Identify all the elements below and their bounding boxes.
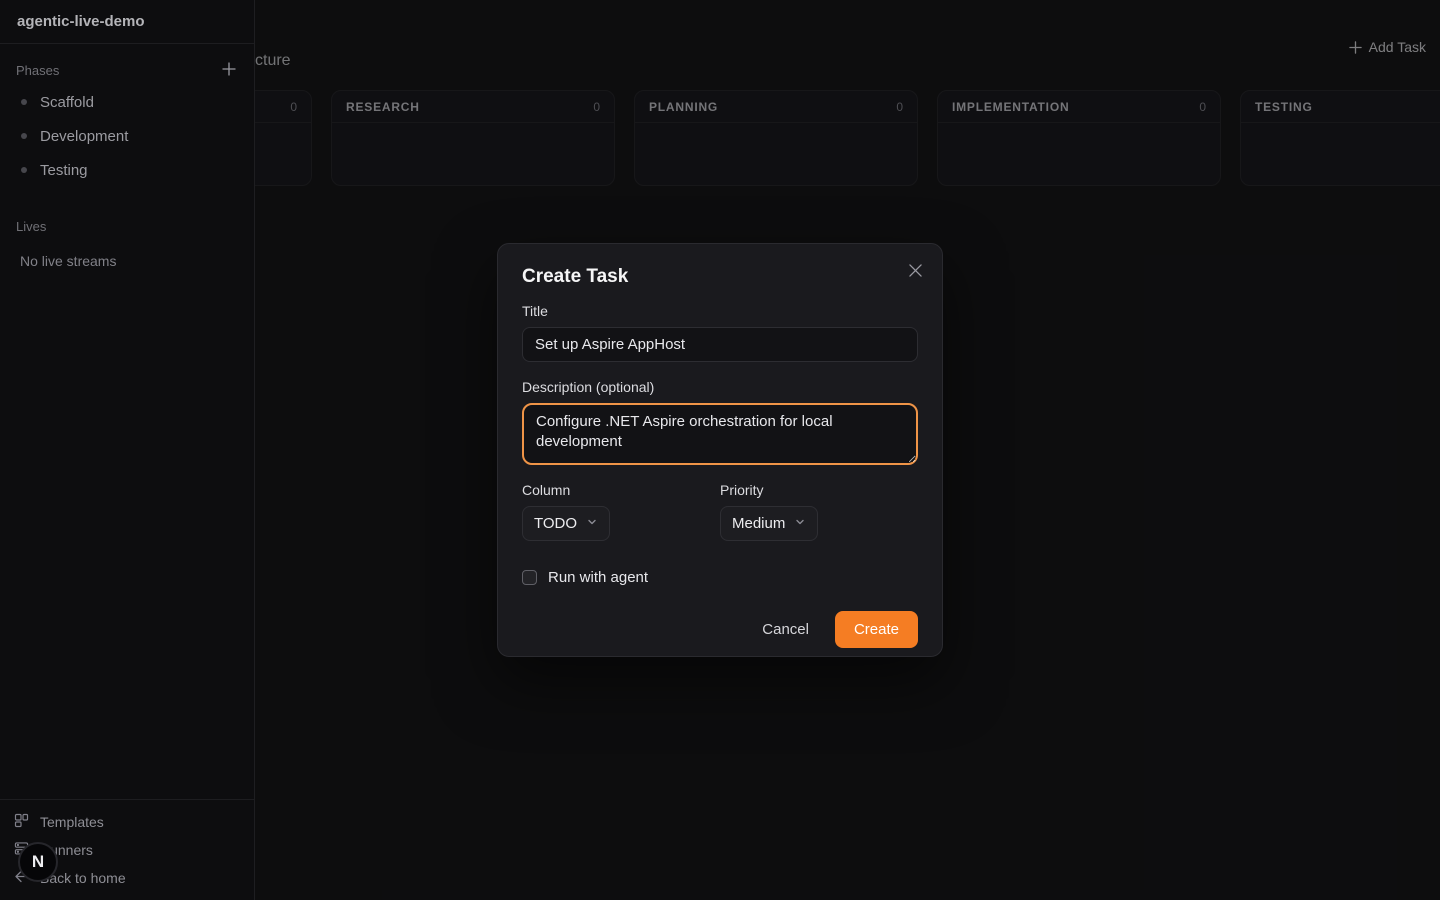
dialog-title: Create Task: [522, 266, 918, 288]
phase-dot-icon: [21, 99, 27, 105]
create-button[interactable]: Create: [835, 611, 918, 648]
phase-dot-icon: [21, 167, 27, 173]
sidebar-header: agentic-live-demo: [0, 0, 254, 44]
phase-label: Development: [40, 128, 128, 145]
app-title: agentic-live-demo: [17, 13, 145, 30]
priority-field-label: Priority: [720, 482, 918, 498]
templates-label: Templates: [40, 814, 104, 830]
priority-select-value: Medium: [732, 515, 785, 532]
sidebar-item-development[interactable]: Development: [0, 119, 254, 153]
sidebar-item-scaffold[interactable]: Scaffold: [0, 85, 254, 119]
plus-icon: [222, 62, 236, 79]
run-with-agent-checkbox[interactable]: [522, 570, 537, 585]
chevron-down-icon: [794, 515, 806, 532]
lives-section-label: Lives: [16, 219, 46, 234]
column-field-label: Column: [522, 482, 720, 498]
templates-icon: [14, 813, 29, 831]
column-select[interactable]: TODO: [522, 506, 610, 541]
create-task-dialog: Create Task Title Description (optional)…: [497, 243, 943, 657]
no-live-streams-text: No live streams: [0, 253, 254, 269]
close-icon: [909, 265, 922, 280]
add-phase-button[interactable]: [220, 60, 238, 81]
chevron-down-icon: [586, 515, 598, 532]
sidebar: agentic-live-demo Phases Scaffold Develo…: [0, 0, 255, 900]
phase-dot-icon: [21, 133, 27, 139]
cancel-button[interactable]: Cancel: [762, 621, 809, 638]
close-button[interactable]: [903, 258, 928, 286]
phase-label: Testing: [40, 162, 88, 179]
sidebar-item-testing[interactable]: Testing: [0, 153, 254, 187]
run-with-agent-label: Run with agent: [548, 569, 648, 586]
phase-label: Scaffold: [40, 94, 94, 111]
title-field-label: Title: [522, 303, 918, 319]
phases-section-label: Phases: [16, 63, 59, 78]
n-logo-icon: N: [32, 852, 44, 872]
task-title-input[interactable]: [522, 327, 918, 362]
description-field-label: Description (optional): [522, 379, 918, 395]
task-description-textarea[interactable]: [522, 403, 918, 465]
run-with-agent-option[interactable]: Run with agent: [522, 569, 918, 586]
sidebar-item-templates[interactable]: Templates: [0, 808, 254, 836]
column-select-value: TODO: [534, 515, 577, 532]
priority-select[interactable]: Medium: [720, 506, 818, 541]
nextjs-dev-badge[interactable]: N: [18, 842, 58, 882]
